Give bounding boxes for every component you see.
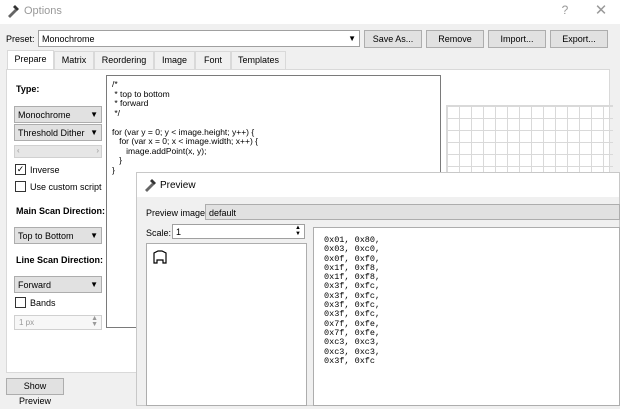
export-button[interactable]: Export... [550,30,608,48]
chevron-down-icon: ▼ [348,34,356,43]
type-select[interactable]: Monochrome ▼ [14,106,102,123]
import-button[interactable]: Import... [488,30,546,48]
save-as-button[interactable]: Save As... [364,30,422,48]
tab-font[interactable]: Font [195,51,231,69]
preset-value: Monochrome [42,34,95,44]
show-preview-button[interactable]: Show Preview [6,378,64,406]
chevron-right-icon[interactable]: › [96,146,99,155]
preview-image-area [146,243,307,406]
tab-reordering[interactable]: Reordering [94,51,154,69]
scale-value: 1 [176,227,182,237]
script-code: /* * top to bottom * forward */ for (var… [112,79,258,175]
preset-select[interactable]: Monochrome ▼ [38,30,360,47]
custom-script-checkbox[interactable] [15,181,26,192]
spin-arrows-icon[interactable]: ▲ ▼ [295,225,301,237]
close-icon[interactable]: ✕ [592,1,610,19]
custom-script-label: Use custom script [30,182,102,192]
remove-button[interactable]: Remove [426,30,484,48]
tab-image[interactable]: Image [154,51,195,69]
bands-checkbox[interactable] [15,297,26,308]
chevron-down-icon: ▼ [90,128,98,137]
preview-image-label: Preview image: [146,208,208,218]
line-scan-value: Forward [18,280,52,290]
app-icon [6,4,20,18]
help-button[interactable]: ? [556,3,574,19]
preview-image-select[interactable]: default [205,204,620,220]
main-scan-select[interactable]: Top to Bottom ▼ [14,227,102,244]
type-value: Monochrome [18,110,71,120]
app-icon [143,178,157,192]
line-scan-select[interactable]: Forward ▼ [14,276,102,293]
inverse-checkbox[interactable]: ✓ [15,164,26,175]
preset-label: Preset: [6,34,35,44]
chevron-down-icon: ▼ [90,110,98,119]
spin-arrows-icon[interactable]: ▲ ▼ [91,315,98,328]
chevron-down-icon: ▼ [90,280,98,289]
hex-code: 0x01, 0x80, 0x03, 0xc0, 0x0f, 0xf0, 0x1f… [324,235,381,366]
bands-label: Bands [30,298,56,308]
preview-title: Preview [160,180,196,191]
window-title: Options [24,5,62,17]
tab-matrix[interactable]: Matrix [54,51,94,69]
tab-prepare[interactable]: Prepare [7,50,54,70]
line-scan-label: Line Scan Direction: [16,255,104,265]
inverse-label: Inverse [30,165,60,175]
hex-output[interactable]: 0x01, 0x80, 0x03, 0xc0, 0x0f, 0xf0, 0x1f… [313,227,620,406]
threshold-slider[interactable]: ‹ › [14,145,102,158]
preview-title-bar [137,173,619,197]
chevron-down-icon: ▼ [90,231,98,240]
scale-label: Scale: [146,228,172,238]
preview-image-value: default [209,208,237,218]
bands-size-value: 1 px [19,318,35,327]
title-bar [0,0,620,24]
tab-templates[interactable]: Templates [231,51,286,69]
main-scan-label: Main Scan Direction: [16,206,106,216]
type-label: Type: [16,84,40,94]
main-scan-value: Top to Bottom [18,231,74,241]
preview-glyph [153,250,167,264]
chevron-left-icon[interactable]: ‹ [17,146,20,155]
bands-size-spinbox[interactable]: 1 px ▲ ▼ [14,315,102,330]
dither-value: Threshold Dither [18,128,85,138]
scale-spinbox[interactable]: 1 ▲ ▼ [172,224,305,239]
dither-select[interactable]: Threshold Dither ▼ [14,124,102,141]
